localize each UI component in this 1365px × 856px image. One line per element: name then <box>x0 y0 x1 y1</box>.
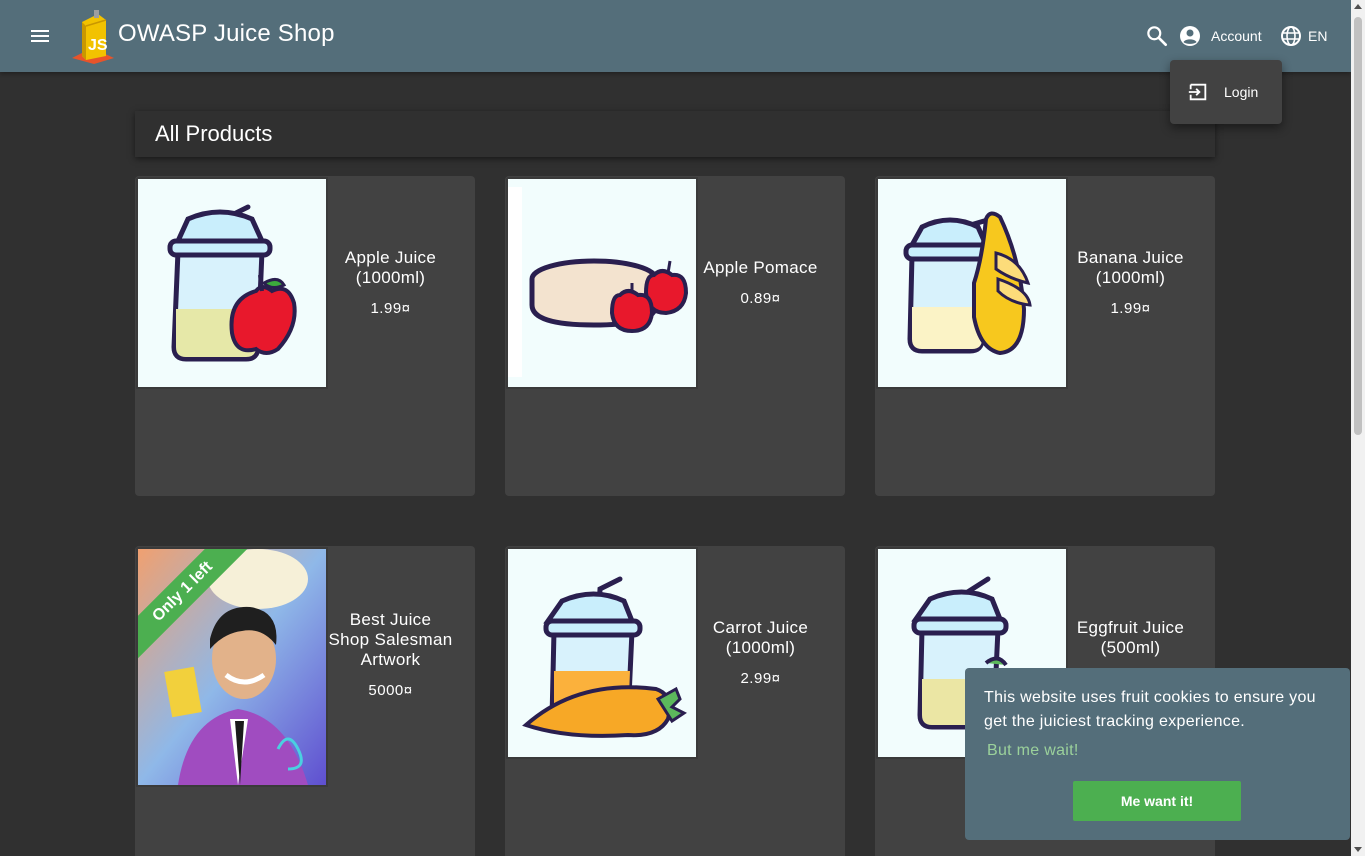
scroll-up-icon[interactable] <box>1354 4 1362 9</box>
cookie-learn-more-link[interactable]: But me wait! <box>987 742 1079 760</box>
carrot-juice-image <box>522 576 687 738</box>
product-name: Banana Juice (1000ml) <box>1077 248 1184 287</box>
product-card[interactable]: Banana Juice (1000ml) 1.99¤ <box>875 176 1215 496</box>
cookie-message: This website uses fruit cookies to ensur… <box>984 689 1316 730</box>
product-card[interactable]: Apple Juice (1000ml) 1.99¤ <box>135 176 475 496</box>
product-name: Best Juice Shop Salesman Artwork <box>328 610 453 669</box>
product-info: Apple Juice (1000ml) 1.99¤ <box>328 248 453 317</box>
language-label: EN <box>1308 28 1328 44</box>
product-card[interactable]: Only 1 left Best Juice Shop Salesman Art… <box>135 546 475 856</box>
product-image[interactable] <box>506 177 698 389</box>
app-title[interactable]: OWASP Juice Shop <box>118 20 335 48</box>
product-card[interactable]: Carrot Juice (1000ml) 2.99¤ <box>505 546 845 856</box>
product-price: 5000¤ <box>368 682 413 699</box>
apple-pomace-image <box>508 187 689 377</box>
cookie-consent-banner: This website uses fruit cookies to ensur… <box>965 668 1350 840</box>
product-info: Best Juice Shop Salesman Artwork 5000¤ <box>328 610 453 699</box>
product-info: Carrot Juice (1000ml) 2.99¤ <box>698 618 823 687</box>
product-image[interactable] <box>506 547 698 759</box>
menu-button[interactable] <box>22 18 58 54</box>
account-circle-icon <box>1180 26 1200 46</box>
menu-item-login[interactable]: Login <box>1170 60 1282 124</box>
cookie-accept-button[interactable]: Me want it! <box>1073 781 1241 821</box>
account-menu: Login <box>1170 60 1282 124</box>
product-image[interactable]: Only 1 left <box>136 547 328 787</box>
banana-juice-image <box>903 211 1032 356</box>
scrollbar-thumb[interactable] <box>1354 17 1362 435</box>
juice-shop-logo[interactable]: JS <box>68 8 118 64</box>
product-card[interactable]: Apple Pomace 0.89¤ <box>505 176 845 496</box>
product-name: Apple Juice (1000ml) <box>344 248 437 287</box>
apple-juice-image <box>167 204 297 362</box>
product-price: 0.89¤ <box>740 290 781 307</box>
product-image[interactable] <box>136 177 328 389</box>
product-name: Apple Pomace <box>703 258 818 277</box>
product-info: Apple Pomace 0.89¤ <box>698 258 823 307</box>
product-info: Banana Juice (1000ml) 1.99¤ <box>1068 248 1193 317</box>
scroll-down-icon[interactable] <box>1354 847 1362 852</box>
product-name: Carrot Juice (1000ml) <box>712 618 809 657</box>
product-price: 2.99¤ <box>740 670 781 687</box>
page-scrollbar[interactable] <box>1351 0 1365 856</box>
product-image[interactable] <box>876 177 1068 389</box>
products-header: All Products <box>135 111 1215 157</box>
globe-icon <box>1281 26 1301 46</box>
product-name: Eggfruit Juice (500ml) <box>1076 618 1185 657</box>
product-price: 1.99¤ <box>1110 300 1151 317</box>
page-title: All Products <box>155 121 273 146</box>
search-icon <box>1147 26 1168 47</box>
top-toolbar: JS OWASP Juice Shop Account EN <box>0 0 1351 72</box>
account-button[interactable]: Account <box>1178 22 1262 50</box>
search-button[interactable] <box>1144 23 1170 49</box>
account-label: Account <box>1211 28 1262 44</box>
salesman-artwork-image <box>138 549 326 785</box>
product-price: 1.99¤ <box>370 300 411 317</box>
product-info: Eggfruit Juice (500ml) <box>1068 618 1193 670</box>
login-label: Login <box>1224 84 1259 100</box>
svg-text:JS: JS <box>88 37 108 54</box>
language-button[interactable]: EN <box>1279 22 1327 50</box>
login-icon <box>1188 83 1207 101</box>
menu-icon <box>31 30 49 42</box>
